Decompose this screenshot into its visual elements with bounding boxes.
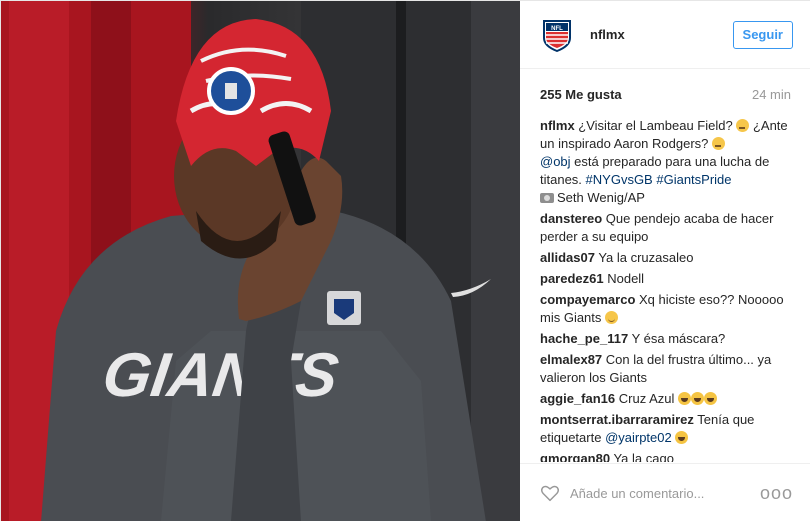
thinking-face-emoji-icon (712, 137, 726, 150)
likes-count[interactable]: 255 Me gusta (540, 87, 622, 102)
comment-text: Ya la cago (613, 451, 674, 462)
comments-list[interactable]: nflmx ¿Visitar el Lambeau Field? ¿Ante u… (540, 117, 793, 462)
comment-username[interactable]: gmorgan80 (540, 451, 610, 462)
list-item: compayemarco Xq hiciste eso?? Nooooo mis… (540, 291, 793, 327)
shirt-wordmark: GIANTS (99, 341, 343, 410)
laughing-emoji-icon (704, 392, 718, 405)
mention-link[interactable]: @obj (540, 154, 571, 169)
comment-input[interactable] (570, 485, 760, 501)
heart-outline-icon[interactable] (540, 484, 560, 502)
caption-text: ¿Visitar el Lambeau Field? (578, 118, 733, 133)
post-side-panel: NFL nflmx Seguir 255 Me gusta 24 min nfl… (520, 1, 810, 521)
nfl-shield-logo-icon[interactable]: NFL (542, 18, 572, 52)
hashtag-link[interactable]: #NYGvsGB (586, 172, 653, 187)
hashtag-link[interactable]: #GiantsPride (656, 172, 731, 187)
list-item: danstereo Que pendejo acaba de hacer per… (540, 210, 793, 246)
comment-text: Cruz Azul (618, 391, 675, 406)
likes-row: 255 Me gusta 24 min (540, 85, 791, 103)
post-timestamp[interactable]: 24 min (752, 87, 791, 102)
add-comment-bar: ooo (520, 463, 810, 521)
list-item: aggie_fan16 Cruz Azul (540, 390, 793, 408)
comment-username[interactable]: allidas07 (540, 250, 595, 265)
caption-text: está preparado para una lucha de titanes… (540, 154, 770, 187)
list-item: allidas07 Ya la cruzasaleo (540, 249, 793, 267)
caption-comment: nflmx ¿Visitar el Lambeau Field? ¿Ante u… (540, 117, 793, 207)
list-item: hache_pe_117 Y ésa máscara? (540, 330, 793, 348)
comment-username[interactable]: paredez61 (540, 271, 604, 286)
comment-username[interactable]: compayemarco (540, 292, 635, 307)
list-item: paredez61 Nodell (540, 270, 793, 288)
post-author-username[interactable]: nflmx (590, 27, 733, 42)
ellipsis-icon[interactable]: ooo (760, 483, 793, 504)
smile-emoji-icon (605, 311, 619, 324)
instagram-post-modal: GIANTS NFL nflmx Seguir 255 Me gusta 24 … (0, 0, 810, 521)
list-item: gmorgan80 Ya la cago (540, 450, 793, 462)
comment-username[interactable]: danstereo (540, 211, 602, 226)
comment-username[interactable]: hache_pe_117 (540, 331, 628, 346)
comment-username[interactable]: montserrat.ibarraramirez (540, 412, 694, 427)
comment-text: Y ésa máscara? (631, 331, 726, 346)
post-header: NFL nflmx Seguir (520, 1, 810, 69)
mention-link[interactable]: @yairpte02 (605, 430, 672, 445)
svg-text:NFL: NFL (551, 26, 563, 32)
comment-username[interactable]: aggie_fan16 (540, 391, 615, 406)
comment-username[interactable]: nflmx (540, 118, 575, 133)
list-item: montserrat.ibarraramirez Tenía que etiqu… (540, 411, 793, 447)
follow-button[interactable]: Seguir (732, 20, 793, 49)
laughing-emoji-icon (675, 431, 689, 444)
photo-illustration: GIANTS (1, 1, 520, 521)
post-photo[interactable]: GIANTS (1, 1, 520, 521)
list-item: elmalex87 Con la del frustra último... y… (540, 351, 793, 387)
laughing-emoji-icon (678, 392, 692, 405)
comment-text: Ya la cruzasaleo (598, 250, 694, 265)
camera-emoji-icon (540, 193, 554, 203)
comment-username[interactable]: elmalex87 (540, 352, 602, 367)
laughing-emoji-icon (691, 392, 705, 405)
comment-text: Nodell (607, 271, 645, 286)
photo-credit: Seth Wenig/AP (557, 190, 645, 205)
thinking-face-emoji-icon (736, 119, 750, 132)
